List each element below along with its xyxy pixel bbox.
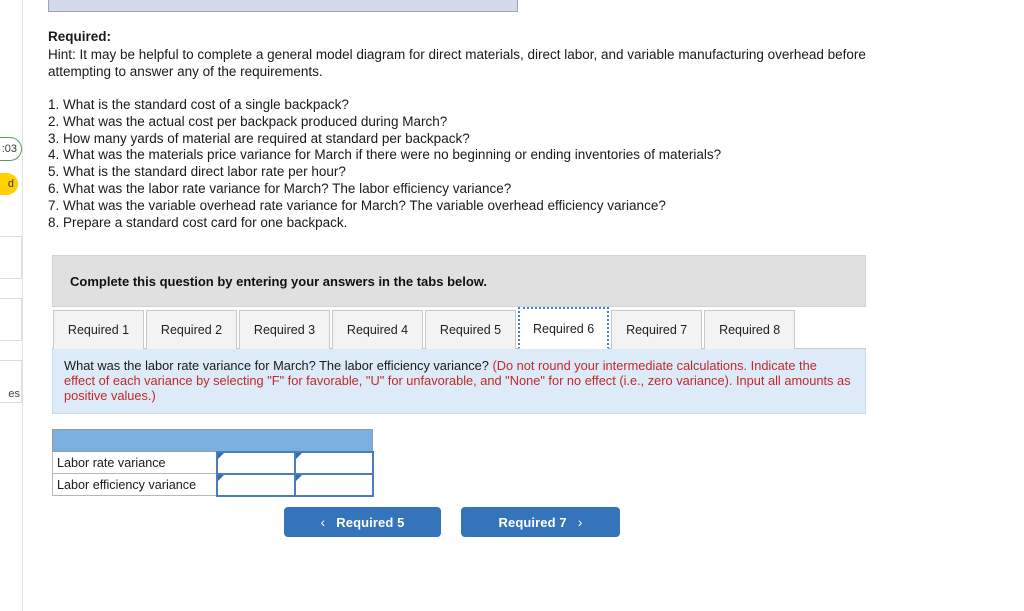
question-list: 1. What is the standard cost of a single…: [48, 97, 978, 231]
hint-text: Hint: It may be helpful to complete a ge…: [48, 47, 866, 79]
rail-panel-1[interactable]: [0, 236, 22, 279]
row-label-labor-rate-variance: Labor rate variance: [52, 451, 217, 474]
tab-required-7[interactable]: Required 7: [611, 310, 703, 349]
question-prompt: What was the labor rate variance for Mar…: [52, 349, 866, 414]
panel-banner-text: Complete this question by entering your …: [70, 273, 488, 289]
required-heading: Required:: [48, 29, 112, 44]
labor-rate-variance-amount-input[interactable]: [215, 450, 296, 475]
list-item: 7. What was the variable overhead rate v…: [48, 197, 666, 213]
tab-required-4[interactable]: Required 4: [332, 310, 423, 349]
tab-label: Required 7: [626, 323, 688, 337]
tab-label: Required 8: [719, 323, 781, 337]
table-header-row: [52, 429, 373, 452]
tab-required-3[interactable]: Required 3: [239, 310, 330, 349]
previous-required-label: Required 5: [336, 514, 405, 530]
cell-flag-icon: [295, 452, 302, 459]
list-item: 4. What was the materials price variance…: [48, 147, 722, 163]
tab-label: Required 5: [439, 323, 502, 337]
tab-label: Required 6: [533, 321, 595, 336]
list-item: 5. What is the standard direct labor rat…: [48, 164, 346, 180]
list-item: 1. What is the standard cost of a single…: [48, 97, 349, 112]
scrolled-table-strip: [48, 0, 518, 12]
list-item: 8. Prepare a standard cost card for one …: [48, 214, 348, 230]
chevron-right-icon: ›: [577, 514, 583, 530]
tab-label: Required 2: [160, 323, 223, 337]
saved-badge: d: [0, 173, 18, 195]
chevron-left-icon: ‹: [320, 514, 326, 530]
next-required-label: Required 7: [498, 514, 567, 530]
table-header-cell: [52, 429, 373, 452]
question-prompt-main: What was the labor rate variance for Mar…: [64, 358, 493, 373]
table-row: Labor rate variance: [52, 450, 374, 475]
tab-label: Required 4: [346, 323, 409, 337]
tab-required-5[interactable]: Required 5: [425, 310, 516, 349]
answer-panel: Complete this question by entering your …: [52, 255, 866, 414]
navigation-buttons: ‹ Required 5 Required 7 ›: [284, 507, 620, 537]
rail-panel-3[interactable]: es: [0, 360, 22, 403]
page-root: :03 d es Required: Hint: It may be helpf…: [0, 0, 1024, 611]
tab-required-2[interactable]: Required 2: [146, 310, 237, 349]
timer-badge: :03: [0, 137, 22, 161]
labor-rate-variance-effect-input[interactable]: [293, 450, 374, 475]
list-item: 3. How many yards of material are requir…: [48, 130, 470, 146]
labor-efficiency-variance-effect-input[interactable]: [293, 472, 374, 497]
tab-required-1[interactable]: Required 1: [53, 310, 144, 349]
tab-bar: Required 1 Required 2 Required 3 Require…: [52, 307, 866, 349]
tab-label: Required 1: [67, 323, 130, 337]
cell-flag-icon: [217, 452, 224, 459]
next-required-button[interactable]: Required 7 ›: [461, 507, 620, 537]
answer-table: Labor rate variance Labor efficiency var…: [52, 429, 374, 497]
cell-flag-icon: [295, 474, 302, 481]
tab-required-6[interactable]: Required 6: [518, 307, 610, 349]
cell-flag-icon: [217, 474, 224, 481]
rail-panel-3-label: es: [8, 388, 20, 400]
list-item: 6. What was the labor rate variance for …: [48, 180, 512, 196]
tab-required-8[interactable]: Required 8: [704, 310, 796, 349]
tab-label: Required 3: [253, 323, 316, 337]
labor-efficiency-variance-amount-input[interactable]: [215, 472, 296, 497]
rail-divider: [22, 0, 23, 611]
table-row: Labor efficiency variance: [52, 472, 374, 497]
panel-banner: Complete this question by entering your …: [52, 255, 866, 307]
left-rail: :03 d es: [0, 0, 23, 611]
problem-statement: Required: Hint: It may be helpful to com…: [48, 28, 978, 231]
row-label-labor-efficiency-variance: Labor efficiency variance: [52, 473, 217, 496]
rail-panel-2[interactable]: [0, 298, 22, 341]
list-item: 2. What was the actual cost per backpack…: [48, 113, 448, 129]
previous-required-button[interactable]: ‹ Required 5: [284, 507, 441, 537]
